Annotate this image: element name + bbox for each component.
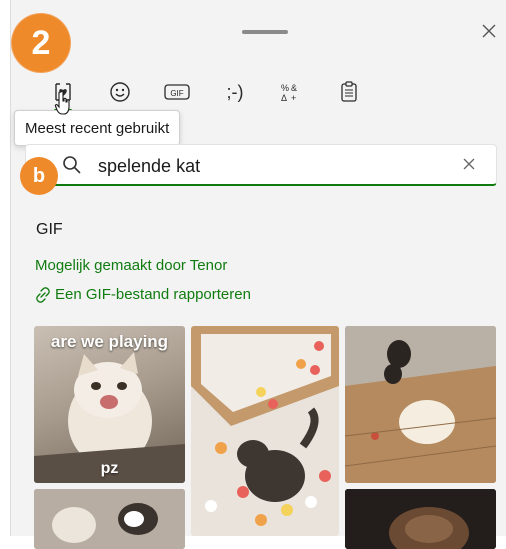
search-icon: [63, 156, 81, 174]
close-icon: [482, 24, 496, 38]
gif-thumbnail[interactable]: [34, 489, 185, 549]
report-link-icon: [36, 286, 50, 303]
tab-kaomoji[interactable]: ;-): [218, 74, 252, 110]
symbols-icon: % & Δ +: [281, 83, 297, 103]
tenor-link[interactable]: Mogelijk gemaakt door Tenor: [35, 257, 227, 274]
step-badge-b: b: [20, 157, 58, 195]
search-box[interactable]: [25, 144, 497, 186]
gif-caption-bottom: pz: [100, 460, 119, 477]
kaomoji-icon: ;-): [226, 81, 244, 102]
svg-text:+: +: [291, 93, 296, 103]
search-input[interactable]: [96, 151, 460, 181]
report-gif-link[interactable]: Een GIF-bestand rapporteren: [35, 286, 251, 303]
hallway-cat-image: [345, 326, 496, 483]
gif-icon: GIF: [164, 84, 190, 100]
gif-thumbnail[interactable]: are we playing pz: [34, 326, 185, 483]
tab-emoji[interactable]: [103, 74, 137, 110]
gif-thumbnail[interactable]: [191, 326, 339, 536]
tooltip: Meest recent gebruikt: [14, 110, 181, 146]
gif-thumbnail[interactable]: [345, 489, 496, 549]
svg-text:%: %: [281, 83, 289, 93]
step-badge: 2: [12, 14, 70, 72]
svg-text:GIF: GIF: [170, 89, 183, 98]
clipboard-icon: [341, 81, 357, 102]
svg-text:&: &: [291, 83, 297, 93]
clear-search-button[interactable]: [458, 153, 480, 175]
kitten-balls-image: [191, 326, 339, 526]
clear-icon: [463, 158, 475, 170]
category-tabs: GIF ;-) % & Δ +: [0, 74, 506, 112]
tab-gif[interactable]: GIF: [160, 74, 194, 110]
drag-handle[interactable]: [242, 30, 288, 34]
svg-text:Δ: Δ: [281, 93, 287, 103]
section-title: GIF: [36, 221, 63, 238]
gif-thumbnail[interactable]: [345, 326, 496, 483]
mouse-cursor-icon: [54, 90, 72, 121]
tab-symbols[interactable]: % & Δ +: [274, 74, 308, 110]
tab-clipboard[interactable]: [332, 74, 366, 110]
cats-image: [34, 489, 185, 549]
dark-cat-image: [345, 489, 496, 549]
emoji-icon: [110, 82, 130, 102]
gif-caption-top: are we playing: [50, 332, 169, 351]
close-button[interactable]: [476, 18, 502, 44]
report-link-label: Een GIF-bestand rapporteren: [55, 286, 251, 303]
